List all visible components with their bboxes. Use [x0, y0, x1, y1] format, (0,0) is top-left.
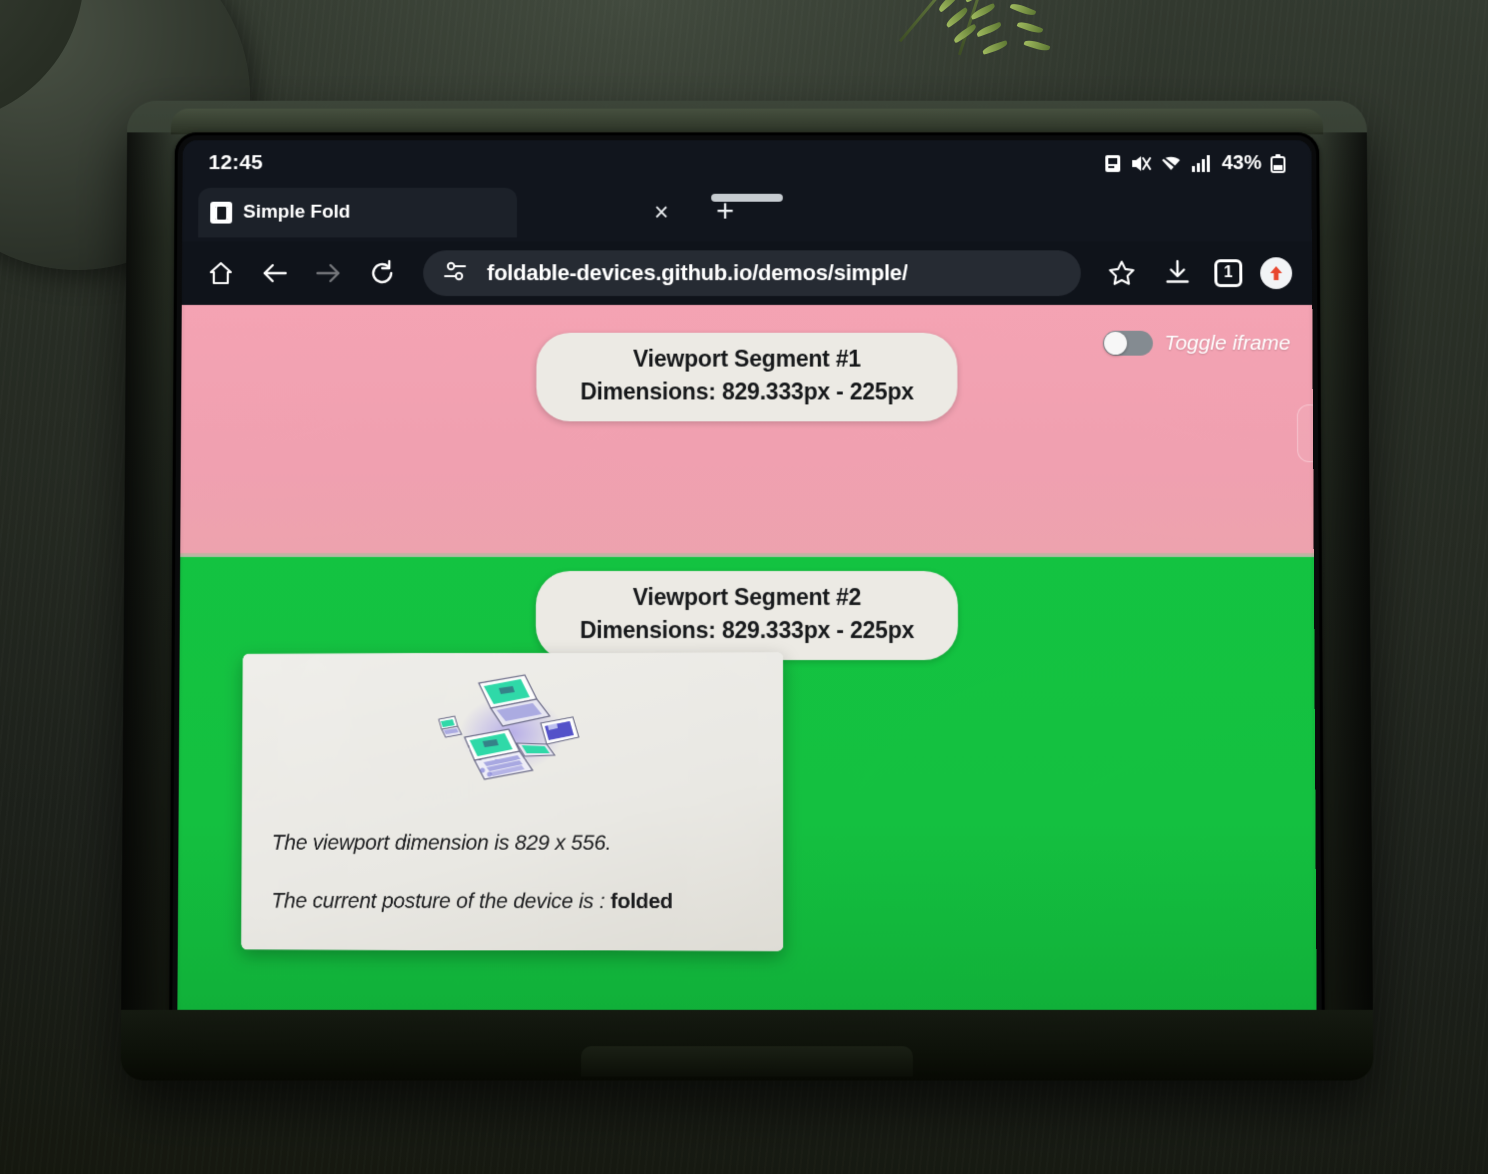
segment-1-label: Viewport Segment #1 Dimensions: 829.333p… [536, 332, 958, 422]
browser-tab-simple-fold[interactable]: Simple Fold × [198, 187, 669, 238]
url-text: foldable-devices.github.io/demos/simple/ [486, 260, 908, 286]
segment-2-title: Viewport Segment #2 [632, 584, 862, 611]
page-edge-element [1296, 404, 1317, 463]
battery-percent-label: 43% [1221, 151, 1262, 174]
device-case-top-lip [170, 108, 1324, 135]
tune-icon[interactable] [443, 260, 467, 287]
status-clock: 12:45 [208, 151, 264, 174]
back-arrow-icon[interactable] [256, 254, 294, 292]
toggle-iframe-control[interactable]: Toggle iframe [1102, 330, 1291, 356]
signal-icon [1191, 154, 1210, 172]
status-icons-group: 43% [1104, 152, 1285, 175]
viewport-segment-2: Viewport Segment #2 Dimensions: 829.333p… [177, 557, 1317, 1037]
url-bar[interactable]: foldable-devices.github.io/demos/simple/ [423, 250, 1081, 297]
toggle-knob [1103, 331, 1127, 355]
viewport-segment-1: Viewport Segment #1 Dimensions: 829.333p… [180, 304, 1317, 554]
device-case-bottom [120, 1009, 1374, 1081]
device-screen: 12:45 43% Simple Fold × + foldable-devic… [177, 140, 1317, 1037]
viewport-dimension-line: The viewport dimension is 829 x 556. [271, 831, 612, 855]
posture-prefix: The current posture of the device is : [271, 889, 611, 914]
toggle-iframe-label: Toggle iframe [1164, 331, 1291, 355]
status-bar: 12:45 43% [182, 140, 1312, 186]
wifi-icon [1160, 154, 1182, 173]
toggle-switch[interactable] [1102, 330, 1153, 356]
tab-title-label: Simple Fold [243, 201, 351, 223]
posture-value: folded [610, 890, 673, 914]
photo-scene: 12:45 43% Simple Fold × + foldable-devic… [0, 0, 1488, 1174]
segment-1-title: Viewport Segment #1 [633, 345, 861, 372]
star-icon[interactable] [1103, 254, 1141, 292]
fern-plant-leaf [840, 0, 1140, 106]
device-info-card: The viewport dimension is 829 x 556. The… [241, 652, 784, 952]
tab-count-button[interactable]: 1 [1214, 259, 1243, 288]
posture-line: The current posture of the device is : f… [271, 890, 763, 915]
device-bezel: 12:45 43% Simple Fold × + foldable-devic… [169, 132, 1325, 1045]
reload-icon[interactable] [363, 254, 401, 292]
browser-toolbar: foldable-devices.github.io/demos/simple/ [181, 241, 1313, 305]
tab-favicon-icon [210, 201, 233, 224]
battery-icon [1270, 153, 1285, 173]
segment-2-label: Viewport Segment #2 Dimensions: 829.333p… [535, 571, 959, 661]
screenshot-icon [1105, 154, 1121, 172]
segment-2-dimensions: Dimensions: 829.333px - 225px [579, 617, 915, 644]
web-page-content: Viewport Segment #1 Dimensions: 829.333p… [177, 304, 1317, 1037]
home-icon[interactable] [202, 254, 240, 292]
close-icon[interactable]: × [648, 199, 674, 227]
toolbar-right-group: 1 [1103, 254, 1293, 292]
download-icon[interactable] [1158, 254, 1196, 292]
profile-update-icon[interactable] [1260, 257, 1293, 290]
plant-pot-inner [0, 0, 84, 124]
foldable-device: 12:45 43% Simple Fold × + foldable-devic… [120, 100, 1374, 1081]
card-text-block: The viewport dimension is 829 x 556. The… [271, 831, 763, 914]
new-tab-button[interactable]: + [710, 194, 740, 229]
device-case-notch [581, 1046, 913, 1077]
forward-arrow-icon[interactable] [309, 254, 347, 292]
segment-1-dimensions: Dimensions: 829.333px - 225px [580, 378, 914, 405]
mute-icon [1132, 154, 1151, 173]
foldable-devices-illustration [437, 673, 607, 792]
tab-strip: Simple Fold × + [182, 185, 1312, 242]
